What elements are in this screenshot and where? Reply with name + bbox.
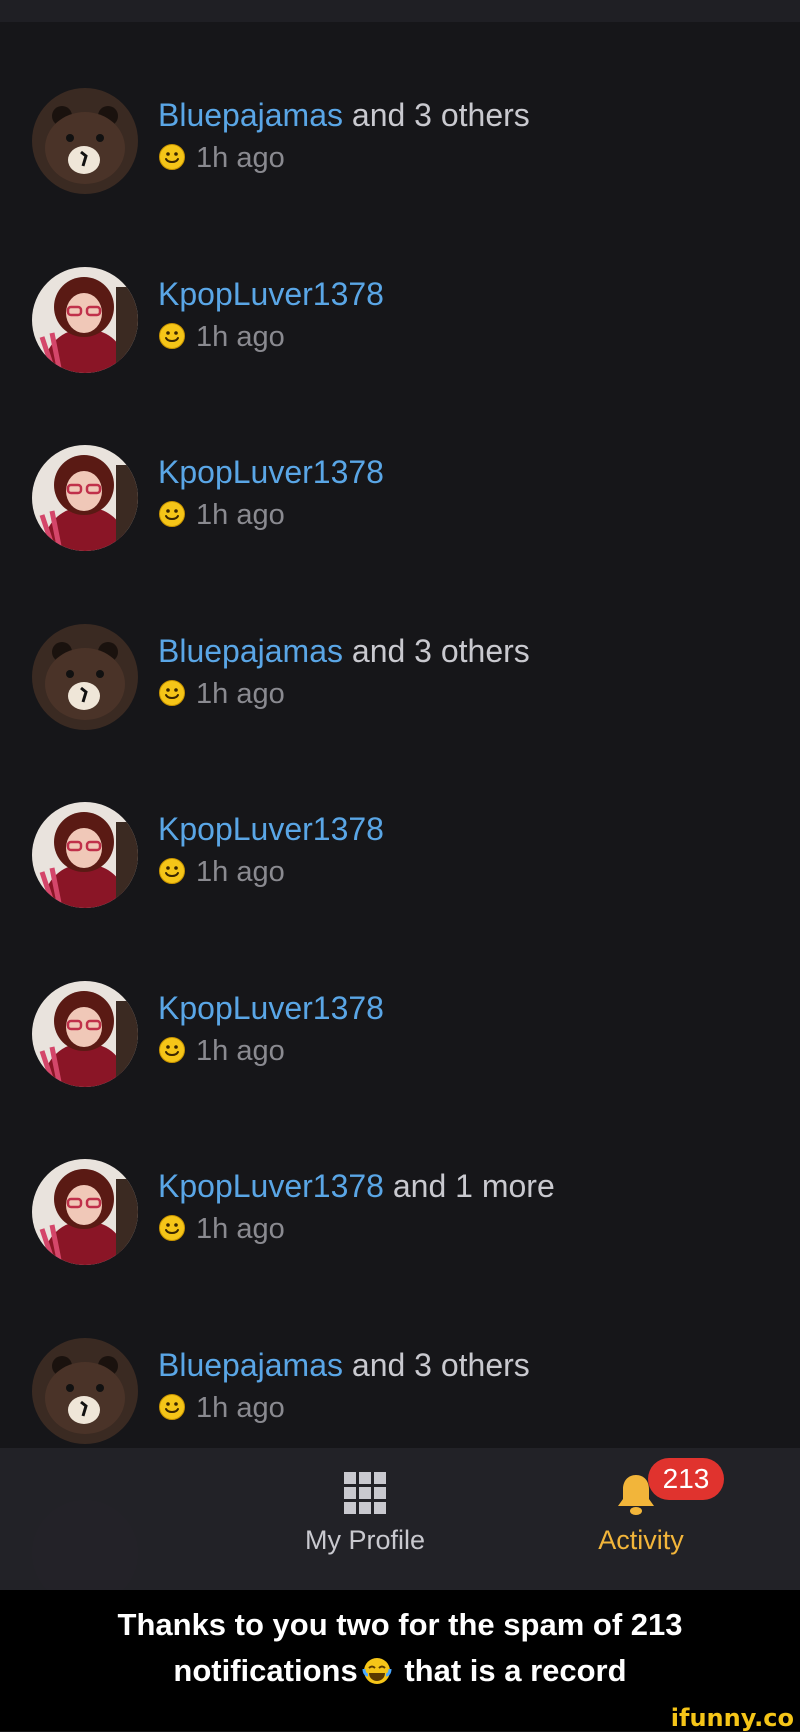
girl-avatar[interactable] bbox=[32, 1159, 138, 1265]
notification-title: KpopLuver1378 bbox=[158, 989, 384, 1027]
notification-meta: 1h ago bbox=[158, 854, 285, 890]
notification-title: KpopLuver1378 bbox=[158, 275, 384, 313]
caption-line-2-start: notifications bbox=[173, 1653, 358, 1688]
timestamp: 1h ago bbox=[196, 142, 285, 174]
smiley-icon bbox=[159, 1393, 185, 1420]
girl-avatar[interactable] bbox=[32, 980, 138, 1087]
username-link[interactable]: KpopLuver1378 bbox=[158, 276, 384, 312]
username-link[interactable]: Bluepajamas bbox=[158, 633, 343, 669]
notification-row[interactable]: KpopLuver1378 1h ago bbox=[0, 802, 800, 952]
caption-line-2: notifications that is a record bbox=[173, 1653, 626, 1688]
notification-meta: 1h ago bbox=[158, 676, 285, 712]
notification-row[interactable]: Bluepajamas and 3 others 1h ago bbox=[0, 88, 800, 238]
caption-line-2-end: that is a record bbox=[395, 1653, 627, 1688]
notification-others: and 3 others bbox=[343, 1346, 530, 1383]
notification-others: and 3 others bbox=[343, 632, 530, 669]
smiley-icon bbox=[159, 679, 185, 706]
notification-meta: 1h ago bbox=[158, 1211, 285, 1247]
username-link[interactable]: KpopLuver1378 bbox=[158, 1168, 384, 1204]
bear-avatar[interactable] bbox=[32, 623, 138, 730]
username-link[interactable]: Bluepajamas bbox=[158, 97, 343, 133]
notification-others: and 3 others bbox=[343, 97, 530, 133]
watermark-bar: ifunny.co bbox=[0, 1704, 800, 1732]
timestamp: 1h ago bbox=[196, 1391, 285, 1424]
smiley-icon bbox=[159, 858, 185, 884]
smiley-icon bbox=[159, 501, 185, 527]
smiley-icon bbox=[159, 144, 185, 170]
notification-meta: 1h ago bbox=[158, 319, 285, 355]
bear-avatar[interactable] bbox=[32, 88, 138, 194]
timestamp: 1h ago bbox=[196, 499, 285, 531]
notification-meta: 1h ago bbox=[158, 497, 285, 533]
timestamp: 1h ago bbox=[196, 677, 285, 710]
timestamp: 1h ago bbox=[196, 1213, 285, 1245]
girl-avatar[interactable] bbox=[32, 802, 138, 908]
grid-icon bbox=[344, 1472, 386, 1514]
smiley-icon bbox=[159, 1215, 185, 1241]
notification-title: KpopLuver1378 bbox=[158, 810, 384, 848]
smiley-icon bbox=[159, 1036, 185, 1063]
username-link[interactable]: KpopLuver1378 bbox=[158, 990, 384, 1026]
notification-row[interactable]: KpopLuver1378 1h ago bbox=[0, 980, 800, 1131]
notification-row[interactable]: Bluepajamas and 3 others 1h ago bbox=[0, 623, 800, 774]
notification-count-badge: 213 bbox=[648, 1458, 724, 1500]
username-link[interactable]: KpopLuver1378 bbox=[158, 811, 384, 847]
timestamp: 1h ago bbox=[196, 856, 285, 888]
notification-title: Bluepajamas and 3 others bbox=[158, 96, 530, 134]
caption-line-1: Thanks to you two for the spam of 213 bbox=[117, 1607, 683, 1642]
notification-meta: 1h ago bbox=[158, 1390, 285, 1426]
tab-my-profile-label: My Profile bbox=[304, 1525, 426, 1555]
smiley-icon bbox=[159, 322, 185, 349]
notification-meta: 1h ago bbox=[158, 1033, 285, 1069]
username-link[interactable]: Bluepajamas bbox=[158, 1347, 343, 1383]
meme-caption: Thanks to you two for the spam of 213 no… bbox=[0, 1590, 800, 1708]
username-link[interactable]: KpopLuver1378 bbox=[158, 454, 384, 490]
tab-activity[interactable]: 213 Activity bbox=[570, 1458, 724, 1556]
laughing-tears-icon bbox=[362, 1658, 392, 1684]
girl-avatar[interactable] bbox=[32, 445, 138, 551]
notification-title: KpopLuver1378 bbox=[158, 453, 384, 491]
notification-row[interactable]: KpopLuver1378 1h ago bbox=[0, 445, 800, 595]
notification-others: and 1 more bbox=[383, 1168, 555, 1204]
notification-title: Bluepajamas and 3 others bbox=[158, 1346, 530, 1384]
bear-avatar[interactable] bbox=[32, 1337, 138, 1444]
notification-meta: 1h ago bbox=[158, 140, 285, 176]
notification-title: Bluepajamas and 3 others bbox=[158, 632, 530, 670]
notification-row[interactable]: KpopLuver1378 1h ago bbox=[0, 266, 800, 417]
tab-activity-label: Activity bbox=[598, 1525, 684, 1555]
timestamp: 1h ago bbox=[196, 1034, 285, 1067]
girl-avatar[interactable] bbox=[32, 266, 138, 373]
watermark: ifunny.co bbox=[670, 1704, 794, 1732]
tab-my-profile[interactable]: My Profile bbox=[290, 1470, 440, 1556]
bottom-tab-bar: My Profile 213 Activity bbox=[0, 1448, 800, 1590]
notification-title: KpopLuver1378 and 1 more bbox=[158, 1167, 555, 1205]
timestamp: 1h ago bbox=[196, 320, 285, 353]
notification-row[interactable]: KpopLuver1378 and 1 more 1h ago bbox=[0, 1159, 800, 1309]
top-strip bbox=[0, 0, 800, 22]
